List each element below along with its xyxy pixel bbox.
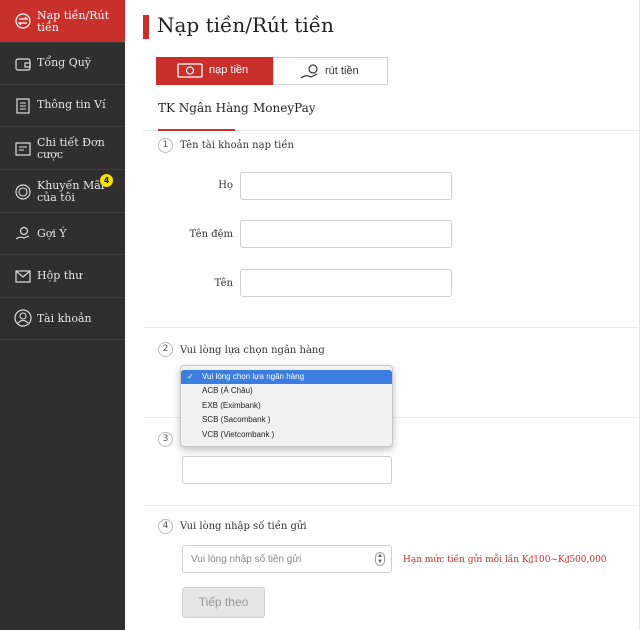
sidebar-item-account[interactable]: Tài khoản [0, 298, 125, 340]
bank-option[interactable]: ✓ Vui lòng chọn lựa ngân hàng [181, 370, 392, 384]
sidebar-item-bet-details[interactable]: Chi tiết Đơn cược [0, 127, 125, 170]
main-panel: Nạp tiền/Rút tiền nạp tiền rút tiền TK N… [125, 0, 640, 630]
section-divider [143, 327, 640, 328]
checkmark-icon: ✓ [187, 372, 194, 381]
step-number: 4 [158, 519, 173, 534]
last-name-label: Họ [218, 180, 233, 191]
exchange-icon [15, 13, 31, 29]
sidebar-item-deposit-withdraw[interactable]: Nạp tiền/Rút tiền [0, 0, 125, 43]
bank-option-label: SCB (Sacombank ) [202, 415, 271, 424]
tab-withdraw[interactable]: rút tiền [273, 57, 388, 85]
hand-coin-icon [300, 64, 318, 79]
bank-option-label: VCB (Vietcombank ) [202, 430, 275, 439]
sidebar-item-label: Nạp tiền/Rút tiền [37, 9, 110, 34]
bank-option[interactable]: SCB (Sacombank ) [181, 413, 392, 427]
step-title: Tên tài khoản nạp tiền [180, 140, 294, 151]
bank-option[interactable]: EXB (Eximbank) [181, 399, 392, 413]
sidebar-item-suggestion[interactable]: Gợi Ý [0, 213, 125, 255]
sidebar: Nạp tiền/Rút tiền Tổng Quỹ Thông tin Ví … [0, 0, 125, 630]
first-name-input[interactable] [240, 269, 452, 297]
bank-select-dropdown[interactable]: ✓ Vui lòng chọn lựa ngân hàng ACB (Á Châ… [180, 365, 393, 447]
step-number: 3 [158, 432, 173, 447]
step-title: Vui lòng lựa chọn ngân hàng [180, 345, 325, 356]
bank-option[interactable]: VCB (Vietcombank ) [181, 428, 392, 442]
bank-option[interactable]: ACB (Á Châu) [181, 384, 392, 398]
subtab-bank-account[interactable]: TK Ngân Hàng [158, 101, 249, 115]
subtab-active-indicator [158, 129, 235, 131]
sidebar-item-label: Chi tiết Đơn cược [37, 136, 105, 161]
receipt-icon [15, 142, 31, 156]
deposit-amount-input[interactable]: Vui lòng nhập số tiền gửi ▲ ▼ [182, 545, 392, 573]
tab-deposit[interactable]: nạp tiền [156, 57, 273, 85]
mail-icon [15, 270, 31, 283]
first-name-label: Tên [214, 278, 233, 289]
stepper-icon[interactable]: ▲ ▼ [375, 552, 385, 566]
bank-option-label: Vui lòng chọn lựa ngân hàng [202, 372, 305, 381]
sidebar-item-label: Tổng Quỹ [37, 56, 92, 69]
sidebar-item-mailbox[interactable]: Hộp thư [0, 255, 125, 298]
section-divider [143, 505, 640, 506]
middle-name-label: Tên đệm [189, 229, 233, 240]
subtab-moneypay[interactable]: MoneyPay [253, 101, 316, 115]
notification-badge: 4 [100, 174, 113, 187]
amount-placeholder: Vui lòng nhập số tiền gửi [191, 554, 302, 565]
sidebar-item-total-fund[interactable]: Tổng Quỹ [0, 43, 125, 85]
tab-withdraw-label: rút tiền [325, 65, 359, 77]
sidebar-item-my-promotions[interactable]: Khuyến Mãi của tôi 4 [0, 170, 125, 213]
sidebar-item-label: Gợi Ý [37, 227, 67, 240]
wallet-icon [15, 58, 31, 71]
sidebar-item-wallet-info[interactable]: Thông tin Ví [0, 85, 125, 127]
step-number: 2 [158, 342, 173, 357]
coin-icon [15, 184, 31, 200]
next-button[interactable]: Tiếp theo [182, 587, 265, 618]
sidebar-item-label: Thông tin Ví [37, 98, 106, 111]
step-number: 1 [158, 138, 173, 153]
money-note-icon [177, 63, 203, 78]
last-name-input[interactable] [240, 172, 452, 200]
document-icon [16, 98, 30, 114]
step-title: Vui lòng nhập số tiền gửi [180, 521, 307, 532]
middle-name-input[interactable] [240, 220, 452, 248]
page-title: Nạp tiền/Rút tiền [157, 13, 334, 37]
deposit-limit-text: Hạn mức tiền gửi mỗi lần K₫100~K₫500,000 [403, 555, 607, 565]
step-3-input[interactable] [182, 456, 392, 484]
bank-option-label: EXB (Eximbank) [202, 401, 261, 410]
sidebar-item-label: Tài khoản [37, 312, 92, 325]
user-icon [14, 309, 32, 327]
tab-deposit-label: nạp tiền [209, 64, 249, 76]
bank-option-label: ACB (Á Châu) [202, 386, 253, 395]
hand-coin-icon [15, 226, 30, 240]
sidebar-item-label: Hộp thư [37, 269, 83, 282]
title-accent-bar [143, 15, 149, 39]
